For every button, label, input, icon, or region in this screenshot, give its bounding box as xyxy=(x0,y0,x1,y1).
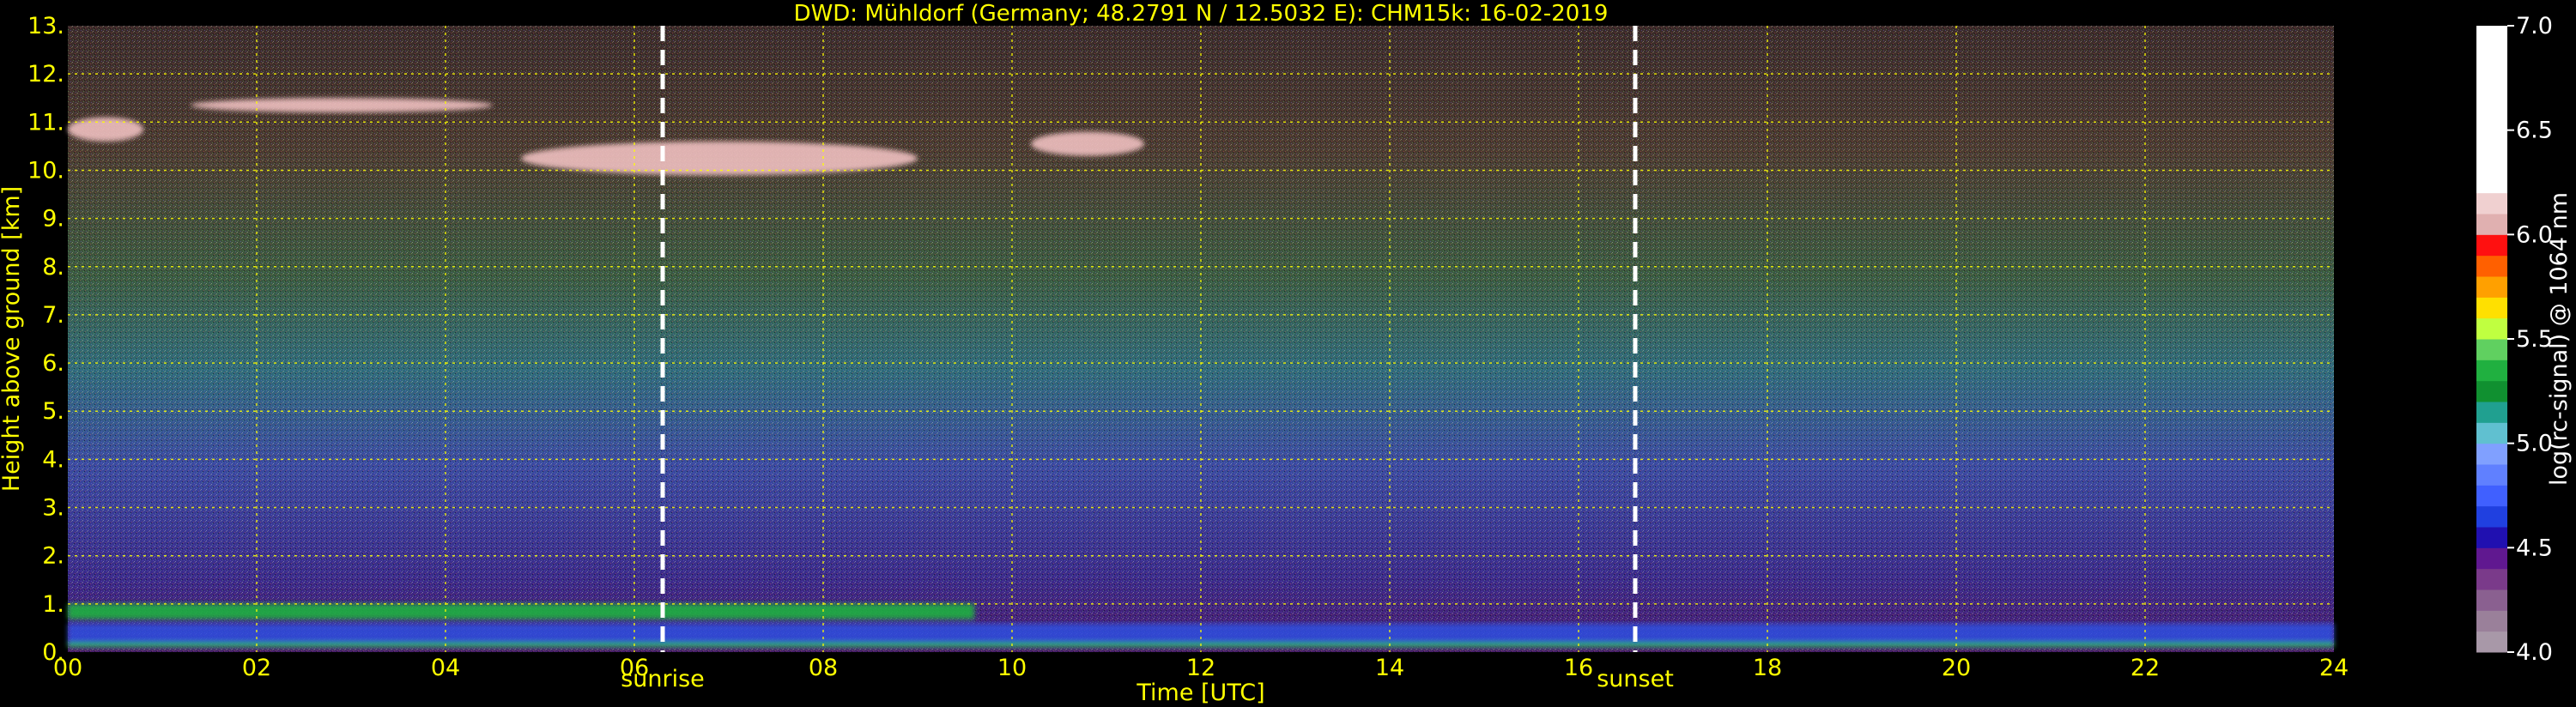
x-tick-label: 10 xyxy=(997,655,1027,681)
colorbar-segment xyxy=(2476,505,2507,528)
y-tick-label: 3. xyxy=(42,495,64,522)
x-tick-label: 24 xyxy=(2319,655,2349,681)
x-tick-label: 06 xyxy=(620,655,649,681)
colorbar-segment xyxy=(2476,26,2507,194)
colorbar-tick-label: 6.5 xyxy=(2516,118,2553,144)
colorbar-segment xyxy=(2476,234,2507,257)
colorbar-segment xyxy=(2476,360,2507,382)
x-tick-label: 18 xyxy=(1753,655,1782,681)
colorbar-segment xyxy=(2476,297,2507,319)
x-axis: 00 02 04 06 08 10 12 14 16 18 20 22 24 xyxy=(53,655,2349,681)
y-tick-label: 1. xyxy=(42,591,64,618)
colorbar-segment xyxy=(2476,610,2507,632)
lidar-figure: sunrise sunset 00 02 04 06 08 10 12 14 16 18 20 22 24… xyxy=(0,1,2573,706)
colorbar-segment xyxy=(2476,255,2507,277)
y-tick-label: 10. xyxy=(27,157,64,184)
colorbar-segment xyxy=(2476,464,2507,486)
colorbar-segment xyxy=(2476,214,2507,235)
colorbar-segment xyxy=(2476,589,2507,611)
chart-title: DWD: Mühldorf (Germany; 48.2791 N / 12.5… xyxy=(794,1,1609,27)
plot-area: sunrise sunset xyxy=(68,26,2334,692)
colorbar: 4.04.55.05.56.06.57.0 log(rc-signal) @ 1… xyxy=(2476,13,2573,666)
y-tick-label: 2. xyxy=(42,543,64,570)
colorbar-segments xyxy=(2476,26,2507,653)
y-axis: 0. 1. 2. 3. 4. 5. 6. 7. 8. 9. 10. 11. 12. 13. xyxy=(27,13,64,666)
sunset-label: sunset xyxy=(1597,666,1674,692)
y-tick-label: 11. xyxy=(27,109,64,136)
colorbar-segment xyxy=(2476,276,2507,298)
x-axis-label: Time [UTC] xyxy=(1136,680,1264,706)
x-tick-label: 12 xyxy=(1186,655,1215,681)
y-tick-label: 8. xyxy=(42,254,64,281)
colorbar-segment xyxy=(2476,485,2507,507)
y-tick-label: 4. xyxy=(42,446,64,473)
colorbar-segment xyxy=(2476,402,2507,423)
colorbar-segment xyxy=(2476,192,2507,215)
y-axis-label: Height above ground [km] xyxy=(0,186,25,492)
x-tick-label: 16 xyxy=(1564,655,1593,681)
y-tick-label: 6. xyxy=(42,350,64,377)
colorbar-segment xyxy=(2476,631,2507,653)
y-tick-label: 0. xyxy=(42,639,64,666)
colorbar-segment xyxy=(2476,422,2507,444)
x-tick-label: 04 xyxy=(431,655,460,681)
colorbar-segment xyxy=(2476,568,2507,590)
colorbar-segment xyxy=(2476,527,2507,548)
plot-noise xyxy=(68,26,2334,652)
y-tick-label: 12. xyxy=(27,61,64,88)
colorbar-segment xyxy=(2476,380,2507,402)
boundary-layer-top xyxy=(68,603,974,619)
y-tick-label: 13. xyxy=(27,13,64,39)
x-tick-label: 22 xyxy=(2131,655,2160,681)
y-tick-label: 9. xyxy=(42,206,64,233)
x-tick-label: 08 xyxy=(809,655,838,681)
cloud-feature xyxy=(1031,131,1144,156)
colorbar-segment xyxy=(2476,339,2507,360)
colorbar-segment xyxy=(2476,317,2507,340)
colorbar-segment xyxy=(2476,547,2507,570)
colorbar-tick-label: 4.5 xyxy=(2516,535,2553,561)
y-tick-label: 7. xyxy=(42,302,64,329)
cloud-feature xyxy=(68,117,143,142)
x-tick-label: 02 xyxy=(242,655,271,681)
x-tick-label: 20 xyxy=(1942,655,1971,681)
x-tick-label: 14 xyxy=(1375,655,1404,681)
colorbar-tick-label: 7.0 xyxy=(2516,13,2553,39)
y-tick-label: 5. xyxy=(42,398,64,425)
colorbar-segment xyxy=(2476,443,2507,465)
colorbar-tick-label: 4.0 xyxy=(2516,639,2553,666)
cloud-feature xyxy=(191,98,493,113)
colorbar-label: log(rc-signal) @ 1064 nm xyxy=(2546,192,2573,486)
